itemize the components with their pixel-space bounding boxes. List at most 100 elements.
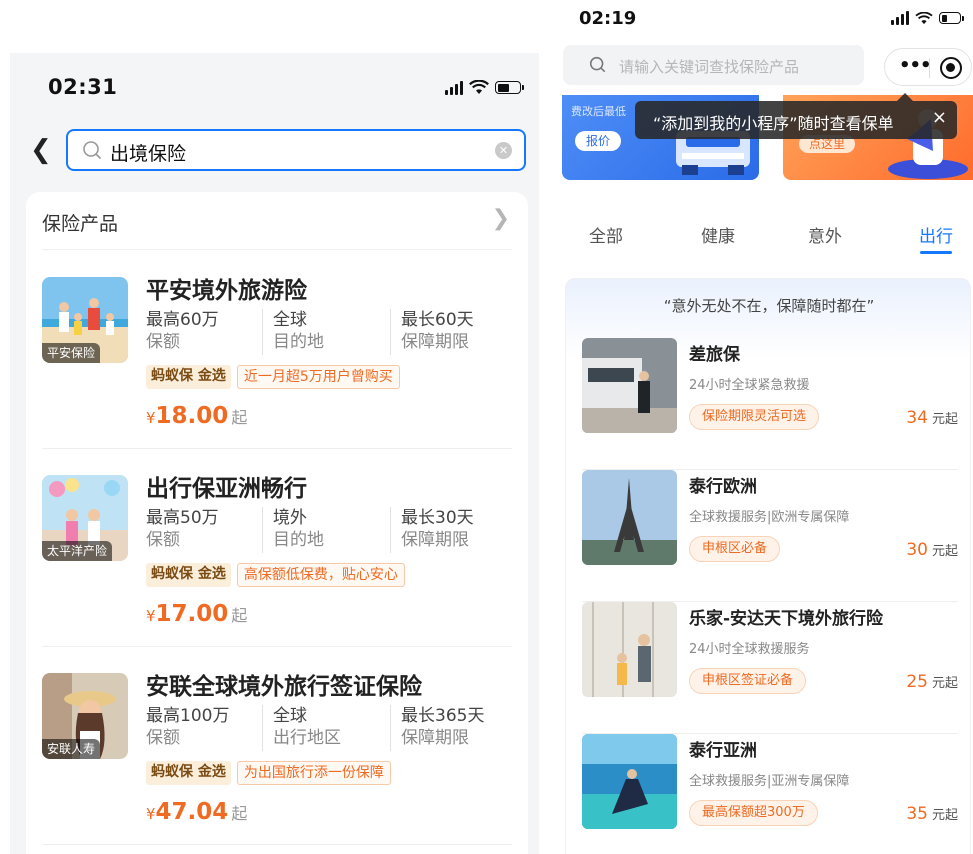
item-name: 泰行亚洲 xyxy=(689,741,757,761)
currency-symbol: ¥ xyxy=(146,607,156,625)
banner-text: 费改后最低 xyxy=(571,105,626,118)
destination-value: 全球 xyxy=(273,310,307,330)
product-item[interactable]: 安联人寿 安联全球境外旅行签证保险 最高100万 保额 全球 出行地区 最长365天… xyxy=(42,647,512,845)
clear-icon[interactable]: ✕ xyxy=(495,142,512,159)
product-name: 出行保亚洲畅行 xyxy=(146,476,307,502)
destination-value: 境外 xyxy=(273,508,307,528)
close-target-icon[interactable] xyxy=(940,57,962,79)
search-header: ❮ 出境保险 ✕ xyxy=(10,121,539,183)
price-value: 34 xyxy=(906,408,928,428)
coverage-value: 最高100万 xyxy=(146,706,230,726)
travel-product-list: “意外无处不在，保障随时都在” 差旅保 24小时全球紧急救援 保险期限灵活可选 … xyxy=(565,278,971,854)
product-price: ¥17.00 起 xyxy=(146,601,247,627)
product-tags: 蚂蚁保 金选 近一月超5万用户曾购买 xyxy=(146,365,400,389)
currency-symbol: ¥ xyxy=(146,409,156,427)
search-input[interactable]: 出境保险 ✕ xyxy=(66,129,526,171)
price-unit: 元起 xyxy=(931,544,958,559)
coverage-value: 最高50万 xyxy=(146,508,219,528)
item-name: 乐家-安达天下境外旅行险 xyxy=(689,609,884,629)
chevron-right-icon[interactable]: ❯ xyxy=(492,206,510,231)
term-value: 最长30天 xyxy=(401,508,474,528)
tab-accident[interactable]: 意外 xyxy=(808,222,842,247)
item-badge: 申根区签证必备 xyxy=(689,668,807,694)
close-icon[interactable]: × xyxy=(932,107,947,128)
list-item[interactable]: 泰行亚洲 全球救援服务|亚洲专属保障 最高保额超300万 35 元起 xyxy=(582,734,958,854)
active-tab-indicator xyxy=(920,251,952,254)
list-motto: “意外无处不在，保障随时都在” xyxy=(663,297,875,315)
brand-badge: 蚂蚁保 金选 xyxy=(146,761,231,785)
coverage-label: 保额 xyxy=(146,728,180,748)
product-tags: 蚂蚁保 金选 为出国旅行添一份保障 xyxy=(146,761,391,785)
destination-value: 全球 xyxy=(273,706,307,726)
signal-icon xyxy=(445,80,463,95)
capsule-divider xyxy=(929,58,930,78)
more-icon[interactable]: ••• xyxy=(899,55,932,76)
destination-label: 目的地 xyxy=(273,332,324,352)
left-phone-screen: 02:31 ❮ 出境保险 ✕ 保险产品 ❯ 平安保险 平安境外旅游险 最高60万… xyxy=(10,53,539,854)
miniprogram-capsule: ••• xyxy=(884,48,972,86)
product-item[interactable]: 平安保险 平安境外旅游险 最高60万 保额 全球 目的地 最长60天 保障期限 蚂蚁保… xyxy=(42,251,512,449)
product-item[interactable]: 太平洋产险 出行保亚洲畅行 最高50万 保额 境外 目的地 最长30天 保障期限 蚂蚁… xyxy=(42,449,512,647)
airport-family-image xyxy=(582,602,677,697)
battery-icon xyxy=(495,81,524,94)
right-phone-screen: 02:19 请输入关键词查找保险产品 ••• 费改后最低 报价 点这里 “添加到… xyxy=(555,0,973,854)
search-placeholder[interactable]: 请输入关键词查找保险产品 xyxy=(619,56,799,77)
price-value: 30 xyxy=(906,540,928,560)
item-price: 34 元起 xyxy=(906,408,958,428)
product-name: 平安境外旅游险 xyxy=(146,278,307,304)
coverage-label: 保额 xyxy=(146,530,180,550)
price-suffix: 起 xyxy=(231,408,248,427)
section-title: 保险产品 xyxy=(42,213,119,235)
coverage-value: 最高60万 xyxy=(146,310,219,330)
insurer-label: 太平洋产险 xyxy=(42,541,113,561)
brand-badge: 蚂蚁保 金选 xyxy=(146,563,231,587)
list-item[interactable]: 乐家-安达天下境外旅行险 24小时全球救援服务 申根区签证必备 25 元起 xyxy=(582,602,958,734)
price-unit: 元起 xyxy=(931,808,958,823)
insurer-label: 安联人寿 xyxy=(42,739,101,759)
status-time: 02:31 xyxy=(48,75,118,99)
item-price: 25 元起 xyxy=(906,672,958,692)
product-image xyxy=(582,338,677,433)
term-label: 保障期限 xyxy=(401,530,469,550)
signal-icon xyxy=(891,11,909,25)
item-price: 35 元起 xyxy=(906,804,958,824)
system-icons xyxy=(445,80,524,95)
list-item[interactable]: 差旅保 24小时全球紧急救援 保险期限灵活可选 34 元起 xyxy=(582,338,958,470)
slogan-tag: 高保额低保费，贴心安心 xyxy=(236,563,405,587)
destination-label: 目的地 xyxy=(273,530,324,550)
category-tabs: 全部 健康 意外 出行 xyxy=(555,214,973,258)
product-facts: 最高60万 保额 全球 目的地 最长60天 保障期限 xyxy=(146,309,512,355)
add-to-miniprogram-tooltip[interactable]: “添加到我的小程序”随时查看保单 × xyxy=(635,93,957,139)
quote-button[interactable]: 报价 xyxy=(575,131,622,151)
term-value: 最长365天 xyxy=(401,706,485,726)
product-price: ¥47.04 起 xyxy=(146,799,247,825)
section-header[interactable]: 保险产品 ❯ xyxy=(42,192,512,250)
back-arrow-icon[interactable]: ❮ xyxy=(30,135,52,165)
product-thumbnail: 平安保险 xyxy=(42,277,128,363)
tab-health[interactable]: 健康 xyxy=(701,222,735,247)
wifi-icon xyxy=(469,80,489,94)
search-input[interactable]: 请输入关键词查找保险产品 xyxy=(563,45,864,85)
tab-all[interactable]: 全部 xyxy=(589,222,623,247)
price-value: 17.00 xyxy=(155,601,229,627)
price-unit: 元起 xyxy=(931,412,958,427)
price-suffix: 起 xyxy=(231,804,248,823)
wifi-icon xyxy=(915,11,933,24)
product-name: 安联全球境外旅行签证保险 xyxy=(146,674,422,700)
search-icon xyxy=(83,141,102,160)
item-desc: 24小时全球紧急救援 xyxy=(689,378,810,393)
list-item[interactable]: 泰行欧洲 全球救援服务|欧洲专属保障 申根区必备 30 元起 xyxy=(582,470,958,602)
tab-travel[interactable]: 出行 xyxy=(919,222,953,247)
status-time: 02:19 xyxy=(579,8,637,29)
seaside-woman-image xyxy=(582,734,677,829)
price-value: 18.00 xyxy=(155,403,229,429)
term-value: 最长60天 xyxy=(401,310,474,330)
item-name: 差旅保 xyxy=(689,345,740,365)
item-price: 30 元起 xyxy=(906,540,958,560)
product-image xyxy=(582,602,677,697)
item-desc: 全球救援服务|欧洲专属保障 xyxy=(689,510,850,525)
destination-label: 出行地区 xyxy=(273,728,341,748)
search-query-text[interactable]: 出境保险 xyxy=(110,139,186,166)
product-facts: 最高50万 保额 境外 目的地 最长30天 保障期限 xyxy=(146,507,512,553)
insurer-label: 平安保险 xyxy=(42,343,101,363)
